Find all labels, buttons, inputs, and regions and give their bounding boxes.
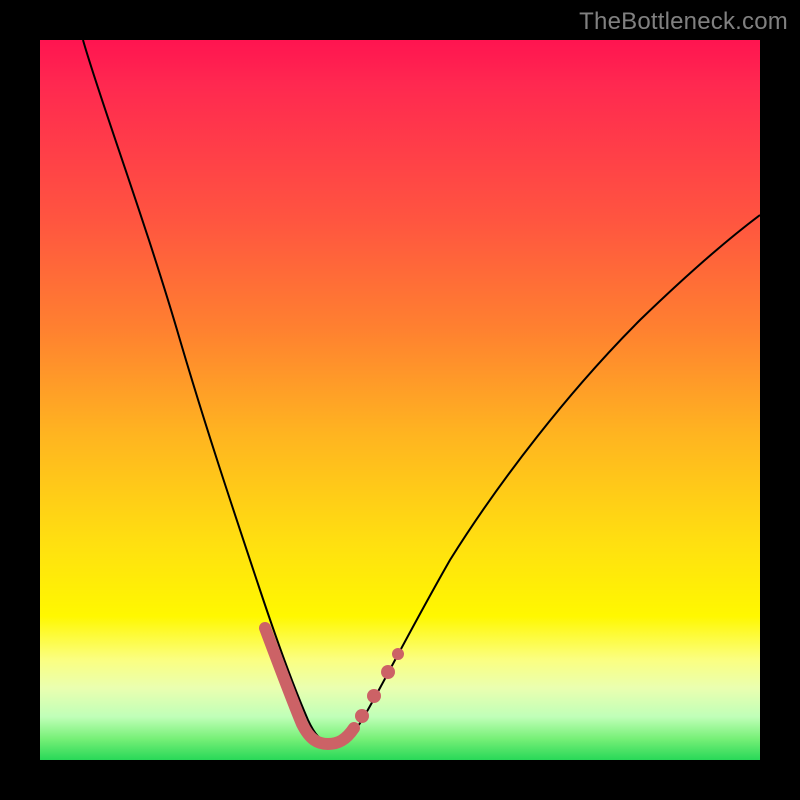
bottleneck-curve xyxy=(83,40,760,743)
highlight-dot xyxy=(367,689,381,703)
highlight-dot xyxy=(355,709,369,723)
chart-container: TheBottleneck.com xyxy=(0,0,800,800)
highlight-dot xyxy=(392,648,404,660)
curve-svg xyxy=(40,40,760,760)
plot-area xyxy=(40,40,760,760)
watermark-text: TheBottleneck.com xyxy=(579,8,788,36)
highlight-dot xyxy=(381,665,395,679)
